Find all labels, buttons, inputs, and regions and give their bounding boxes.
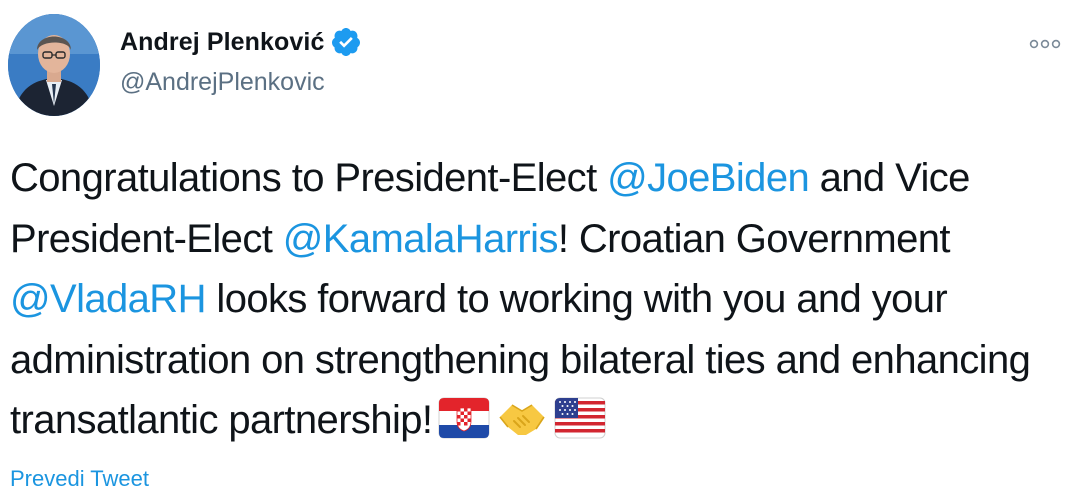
tweet-text: Congratulations to President-Elect @JoeB… [10,148,1060,457]
mention-kamalaharris[interactable]: @KamalaHarris [283,217,559,261]
usa-flag-icon [554,396,606,457]
author-handle[interactable]: @AndrejPlenkovic [120,68,325,97]
handshake-icon [496,396,548,457]
tweet-text-segment: Congratulations to President-Elect [10,156,608,200]
author-name-row[interactable]: Andrej Plenković [120,26,362,58]
author-avatar[interactable] [8,14,100,116]
mention-vladarh[interactable]: @VladaRH [10,277,206,321]
mention-joebiden[interactable]: @JoeBiden [607,156,810,200]
tweet-card: Andrej Plenković @AndrejPlenkovic Congra… [0,0,1065,500]
author-display-name[interactable]: Andrej Plenković [120,28,324,57]
more-options-icon[interactable] [1026,30,1065,60]
translate-tweet-link[interactable]: Prevedi Tweet [10,466,149,492]
tweet-text-segment: ! Croatian Government [557,216,951,261]
verified-badge-icon [330,26,362,58]
croatia-flag-icon [438,396,490,457]
